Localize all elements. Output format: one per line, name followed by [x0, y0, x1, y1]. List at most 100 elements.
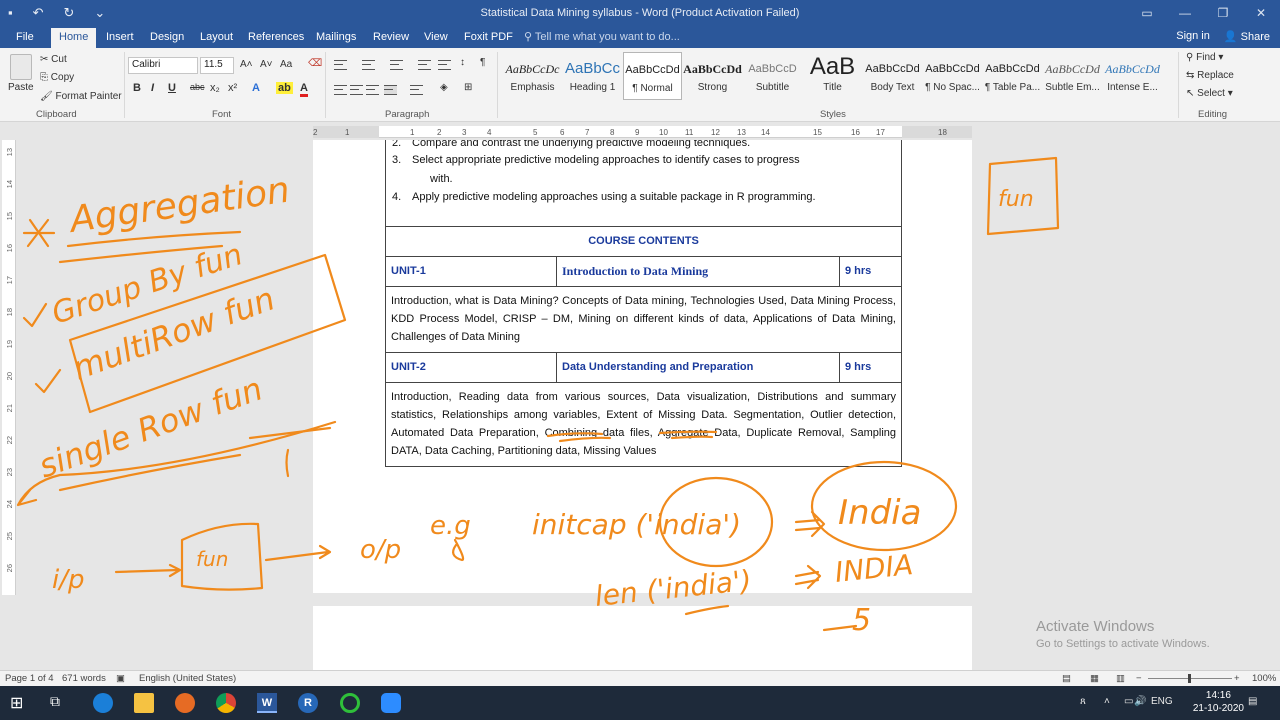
- clear-format-icon[interactable]: ⌫: [308, 58, 322, 69]
- replace-button[interactable]: ⇆ Replace: [1186, 70, 1234, 81]
- unit-label[interactable]: UNIT-2: [385, 352, 557, 383]
- tab-file[interactable]: File: [8, 28, 42, 48]
- tab-mailings[interactable]: Mailings: [308, 28, 364, 48]
- format-painter-button[interactable]: 🖌 Format Painter: [40, 91, 122, 102]
- print-layout-icon[interactable]: ▦: [1090, 673, 1099, 684]
- zoom-in-button[interactable]: +: [1234, 673, 1240, 684]
- sign-in-link[interactable]: Sign in: [1176, 30, 1210, 43]
- font-name-combo[interactable]: Calibri: [128, 57, 198, 74]
- volume-icon[interactable]: 🔊: [1134, 696, 1146, 707]
- tab-layout[interactable]: Layout: [192, 28, 241, 48]
- tab-insert[interactable]: Insert: [98, 28, 142, 48]
- windows-icon[interactable]: ⊞: [10, 693, 30, 713]
- style-subtitle[interactable]: AaBbCcD Subtitle: [743, 52, 802, 100]
- file-explorer-icon[interactable]: [134, 693, 154, 713]
- unit-label[interactable]: UNIT-1: [385, 256, 557, 287]
- zoom-slider-thumb[interactable]: [1188, 674, 1191, 683]
- proofing-icon[interactable]: ▣: [116, 673, 125, 684]
- tab-references[interactable]: References: [240, 28, 312, 48]
- sort-icon[interactable]: ↕: [460, 57, 465, 68]
- system-clock[interactable]: 14:16 21-10-2020: [1193, 689, 1244, 715]
- tell-me-box[interactable]: ⚲ Tell me what you want to do...: [524, 30, 680, 43]
- list-item[interactable]: with.: [430, 173, 453, 185]
- tab-view[interactable]: View: [416, 28, 456, 48]
- font-color-icon[interactable]: A: [300, 82, 308, 97]
- restore-button[interactable]: ❐: [1204, 0, 1242, 28]
- highlight-icon[interactable]: ab: [276, 82, 293, 94]
- style-normal[interactable]: AaBbCcDd ¶ Normal: [623, 52, 682, 100]
- multilevel-list-icon[interactable]: [390, 60, 403, 70]
- word-icon[interactable]: W: [257, 693, 277, 713]
- zoom-out-button[interactable]: −: [1136, 673, 1142, 684]
- pilcrow-icon[interactable]: ¶: [480, 57, 485, 68]
- tray-chevron-icon[interactable]: ˄: [1104, 696, 1110, 707]
- list-item[interactable]: 3. Select appropriate predictive modeling…: [392, 154, 800, 166]
- align-right-icon[interactable]: [366, 85, 379, 95]
- read-mode-icon[interactable]: ▤: [1062, 673, 1071, 684]
- language-indicator[interactable]: ENG: [1151, 696, 1173, 707]
- chrome-icon[interactable]: [216, 693, 236, 713]
- borders-icon[interactable]: ⊞: [464, 82, 472, 93]
- cut-button[interactable]: ✂ Cut: [40, 54, 67, 65]
- tab-review[interactable]: Review: [365, 28, 417, 48]
- text-effects-icon[interactable]: A: [252, 82, 260, 94]
- font-size-combo[interactable]: 11.5: [200, 57, 234, 74]
- justify-icon[interactable]: [384, 85, 397, 95]
- strikethrough-button[interactable]: abc: [190, 82, 205, 92]
- tab-foxit-pdf[interactable]: Foxit PDF: [456, 28, 521, 48]
- style-heading-1[interactable]: AaBbCc Heading 1: [563, 52, 622, 100]
- paste-button[interactable]: Paste: [8, 82, 34, 93]
- page-count[interactable]: Page 1 of 4: [5, 673, 54, 684]
- style-intense-emphasis[interactable]: AaBbCcDd Intense E...: [1103, 52, 1162, 100]
- style-table-paragraph[interactable]: AaBbCcDd ¶ Table Pa...: [983, 52, 1042, 100]
- change-case-button[interactable]: Aa: [280, 59, 292, 70]
- style-subtle-emphasis[interactable]: AaBbCcDd Subtle Em...: [1043, 52, 1102, 100]
- line-spacing-icon[interactable]: [410, 85, 423, 95]
- share-button[interactable]: 👤 Share: [1224, 30, 1270, 43]
- unit-content[interactable]: Introduction, what is Data Mining? Conce…: [385, 286, 902, 353]
- tab-design[interactable]: Design: [142, 28, 192, 48]
- italic-button[interactable]: I: [151, 82, 154, 94]
- style-emphasis[interactable]: AaBbCcDc Emphasis: [503, 52, 562, 100]
- copy-button[interactable]: ⎘ Copy: [40, 72, 74, 83]
- bullets-icon[interactable]: [334, 60, 347, 70]
- unit-title[interactable]: Data Understanding and Preparation: [556, 352, 840, 383]
- zoom-icon[interactable]: [381, 693, 401, 713]
- grow-font-button[interactable]: A˄: [240, 59, 253, 70]
- shrink-font-button[interactable]: A˅: [260, 59, 273, 70]
- language-status[interactable]: English (United States): [139, 673, 236, 684]
- list-item[interactable]: 2. Compare and contrast the underlying pr…: [392, 140, 750, 149]
- vertical-ruler[interactable]: 13 14 15 16 17 18 19 20 21 22 23 24 25 2…: [2, 140, 16, 595]
- style-body-text[interactable]: AaBbCcDd Body Text: [863, 52, 922, 100]
- align-left-icon[interactable]: [334, 85, 347, 95]
- unit-hours[interactable]: 9 hrs: [839, 256, 902, 287]
- unit-hours[interactable]: 9 hrs: [839, 352, 902, 383]
- web-layout-icon[interactable]: ▥: [1116, 673, 1125, 684]
- bold-button[interactable]: B: [133, 82, 141, 94]
- green-app-icon[interactable]: [340, 693, 360, 713]
- horizontal-ruler[interactable]: 2 1 1 2 3 4 5 6 7 8 9 10 11 12 13 14 15 …: [313, 126, 972, 138]
- edge-icon[interactable]: [93, 693, 113, 713]
- unit-content[interactable]: Introduction, Reading data from various …: [385, 382, 902, 467]
- task-view-icon[interactable]: ⧉: [50, 693, 70, 713]
- unit-title[interactable]: Introduction to Data Mining: [556, 256, 840, 287]
- tab-home[interactable]: Home: [51, 28, 97, 48]
- paste-icon[interactable]: [10, 54, 32, 80]
- document-page-next[interactable]: [313, 606, 972, 670]
- align-center-icon[interactable]: [350, 85, 363, 95]
- select-button[interactable]: ↖ Select ▾: [1186, 88, 1233, 99]
- shading-icon[interactable]: ◈: [440, 82, 448, 93]
- underline-button[interactable]: U: [168, 82, 176, 94]
- word-count[interactable]: 671 words: [62, 673, 106, 684]
- decrease-indent-icon[interactable]: [418, 60, 431, 70]
- notifications-icon[interactable]: ▤: [1248, 696, 1257, 707]
- r-icon[interactable]: R: [298, 693, 318, 713]
- style-title[interactable]: AaB Title: [803, 52, 862, 100]
- firefox-icon[interactable]: [175, 693, 195, 713]
- zoom-level[interactable]: 100%: [1252, 673, 1276, 684]
- minimize-button[interactable]: —: [1166, 0, 1204, 28]
- people-icon[interactable]: ጸ: [1080, 696, 1086, 707]
- superscript-button[interactable]: x²: [228, 82, 237, 94]
- style-strong[interactable]: AaBbCcDd Strong: [683, 52, 742, 100]
- list-item[interactable]: 4. Apply predictive modeling approaches u…: [392, 191, 816, 203]
